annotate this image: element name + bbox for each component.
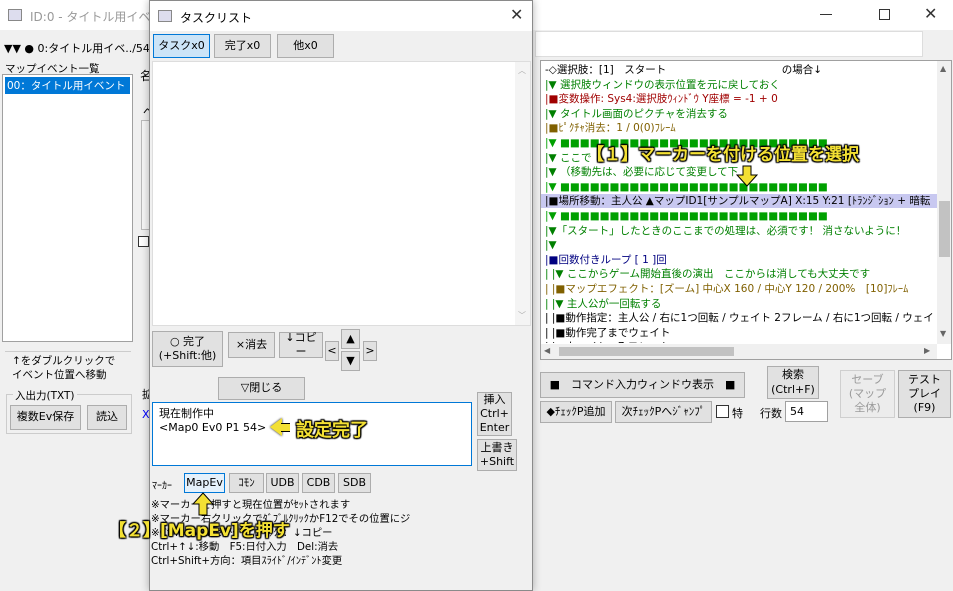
- marker-cdb-button[interactable]: CDB: [302, 473, 335, 493]
- setting-done-callout: 設定完了: [296, 420, 368, 441]
- add-checkpoint-button[interactable]: ◆ﾁｪｯｸP追加: [540, 401, 612, 423]
- code-line[interactable]: |■ﾋﾟｸﾁｬ消去：1 / 0(0)ﾌﾚｰﾑ: [545, 121, 676, 135]
- code-line[interactable]: | |■ウェイト：7 フレーム: [545, 340, 670, 343]
- press-mapev-callout: 【２】[MapEv]を押す: [109, 521, 290, 541]
- scroll-left-icon[interactable]: ◀: [544, 346, 550, 355]
- down-arrow-icon: [735, 165, 759, 187]
- tab-completed[interactable]: 完了x0: [214, 34, 271, 58]
- task-window-icon: [158, 10, 172, 22]
- code-line[interactable]: |▼ ■■■■■■■■■■■■■■■■■■■■■■■■■■■: [545, 180, 828, 194]
- move-up-button[interactable]: ▲: [341, 329, 360, 349]
- maximize-icon[interactable]: [879, 9, 890, 20]
- side-checkbox[interactable]: [138, 236, 149, 247]
- erase-button[interactable]: ×消去: [228, 332, 275, 358]
- line-count-value: 54: [790, 405, 804, 418]
- code-line[interactable]: |▼ ここで: [545, 151, 591, 165]
- save-multi-events-button[interactable]: 複数Ev保存: [10, 405, 81, 430]
- load-button[interactable]: 読込: [87, 405, 127, 430]
- save-map-button[interactable]: セーブ (マップ 全体): [840, 370, 895, 418]
- next-checkpoint-button[interactable]: 次ﾁｪｯｸPへｼﾞｬﾝﾌﾟ: [615, 401, 712, 423]
- code-line[interactable]: |▼「スタート」したときのここまでの処理は、必須です！ 消さないように！: [545, 224, 906, 238]
- code-line[interactable]: |▼ ■■■■■■■■■■■■■■■■■■■■■■■■■■■: [545, 209, 828, 223]
- line-count-label: 行数: [760, 407, 782, 420]
- code-line[interactable]: | |■動作指定：主人公 / 右に1つ回転 / ウェイト 2フレーム / 右に1…: [545, 311, 937, 325]
- scroll-thumb[interactable]: [939, 201, 950, 257]
- event-code-list[interactable]: -◇選択肢：[1] スタート の場合↓ |▼ 選択肢ウィンドウの表示位置を元に戻し…: [540, 60, 952, 360]
- code-line[interactable]: | |■マップエフェクト：[ズーム] 中心X 160 / 中心Y 120 / 2…: [545, 282, 908, 296]
- horizontal-scrollbar[interactable]: ◀ ▶: [541, 344, 937, 359]
- code-line[interactable]: -◇選択肢：[1] スタート の場合↓: [545, 63, 822, 77]
- scroll-up-icon[interactable]: ▲: [940, 64, 946, 73]
- task-scroll-up-icon[interactable]: ︿: [518, 65, 526, 76]
- scroll-down-icon[interactable]: ▼: [940, 329, 946, 338]
- vertical-scrollbar[interactable]: ▲ ▼: [937, 61, 951, 344]
- move-right-button[interactable]: >: [363, 341, 377, 361]
- test-play-button[interactable]: テスト プレイ (F9): [898, 370, 951, 418]
- code-line[interactable]: |▼: [545, 238, 557, 252]
- scroll-right-icon[interactable]: ▶: [924, 346, 930, 355]
- move-down-button[interactable]: ▼: [341, 351, 360, 371]
- list-item[interactable]: 00：タイトル用イベント: [5, 77, 130, 94]
- code-line[interactable]: |▼ 選択肢ウィンドウの表示位置を元に戻しておく: [545, 78, 780, 92]
- copy-button[interactable]: ↓コピー: [279, 331, 323, 358]
- hscroll-thumb[interactable]: [559, 347, 734, 356]
- special-checkbox[interactable]: [716, 405, 729, 418]
- map-event-list[interactable]: 00：タイトル用イベント: [2, 74, 133, 342]
- close-icon[interactable]: ✕: [924, 4, 937, 23]
- code-line[interactable]: |■場所移動：主人公 ▲マップID1[サンプルマップA] X:15 Y:21 […: [541, 194, 937, 209]
- move-left-button[interactable]: <: [325, 341, 339, 361]
- task-list-titlebar: タスクリスト ✕: [150, 1, 532, 31]
- io-group-label: 入出力(TXT): [13, 388, 77, 403]
- code-line[interactable]: |■変数操作: Sys4:選択肢ｳｨﾝﾄﾞｳ Y座標 = -1 + 0: [545, 92, 778, 106]
- task-vertical-scrollbar[interactable]: ︿ ﹀: [515, 62, 530, 325]
- task-input-text: 現在制作中 <Map0 Ev0 P1 54>: [159, 407, 267, 434]
- tab-tasks[interactable]: タスクx0: [153, 34, 210, 58]
- note-line: Ctrl+↑↓:移動 F5:日付入力 Del:消去: [151, 541, 339, 553]
- tab-other[interactable]: 他x0: [277, 34, 334, 58]
- command-input-window-button[interactable]: ■ コマンド入力ウィンドウ表示 ■: [540, 372, 745, 398]
- insert-button[interactable]: 挿入 Ctrl+ Enter: [477, 392, 512, 436]
- marker-udb-button[interactable]: UDB: [266, 473, 299, 493]
- marker-select-callout: 【１】マーカーを付ける位置を選択: [587, 145, 859, 165]
- code-line[interactable]: | |■動作完了までウェイト: [545, 326, 670, 340]
- arrow-tail: [281, 423, 290, 432]
- code-line[interactable]: |▼ （移動先は、必要に応じて変更して下: [545, 165, 738, 179]
- top-input-strip: [535, 31, 923, 57]
- minimize-icon[interactable]: [820, 14, 832, 15]
- code-line[interactable]: | |▼ 主人公が一回転する: [545, 297, 661, 311]
- app-icon: [8, 9, 22, 21]
- line-count-field[interactable]: 54: [785, 401, 828, 422]
- overwrite-button[interactable]: 上書き +Shift: [477, 439, 517, 471]
- note-line: Ctrl+Shift+方向：項目ｽﾗｲﾄﾞ/ｲﾝﾃﾞﾝﾄ変更: [151, 555, 343, 567]
- close-panel-button[interactable]: ▽閉じる: [218, 377, 305, 400]
- marker-label: ﾏｰｶｰ: [152, 481, 172, 492]
- code-line[interactable]: |▼ タイトル画面のピクチャを消去する: [545, 107, 728, 121]
- code-lines: -◇選択肢：[1] スタート の場合↓ |▼ 選択肢ウィンドウの表示位置を元に戻し…: [541, 61, 937, 343]
- special-label: 特: [732, 407, 743, 420]
- marker-common-button[interactable]: ｺﾓﾝ: [229, 473, 264, 493]
- up-arrow-icon: [191, 492, 215, 516]
- task-scroll-down-icon[interactable]: ﹀: [518, 310, 526, 321]
- code-line[interactable]: |■回数付きループ [ 1 ]回: [545, 253, 667, 267]
- task-list-area[interactable]: ︿ ﹀: [152, 61, 531, 326]
- marker-mapev-button[interactable]: MapEv: [184, 473, 225, 493]
- event-path: ▼▼ ● 0:タイトル用イベ../54: [4, 42, 150, 55]
- hint-text: ↑をダブルクリックで イベント位置へ移動: [12, 355, 116, 381]
- task-close-icon[interactable]: ✕: [510, 5, 523, 24]
- marker-sdb-button[interactable]: SDB: [338, 473, 371, 493]
- search-button[interactable]: 検索 (Ctrl+F): [767, 366, 819, 399]
- complete-button[interactable]: ○ 完了 (+Shift:他): [152, 331, 223, 367]
- task-window-title: タスクリスト: [180, 11, 253, 25]
- code-line[interactable]: | |▼ ここからゲーム開始直後の演出 ここからは消しても大丈夫です: [545, 267, 870, 281]
